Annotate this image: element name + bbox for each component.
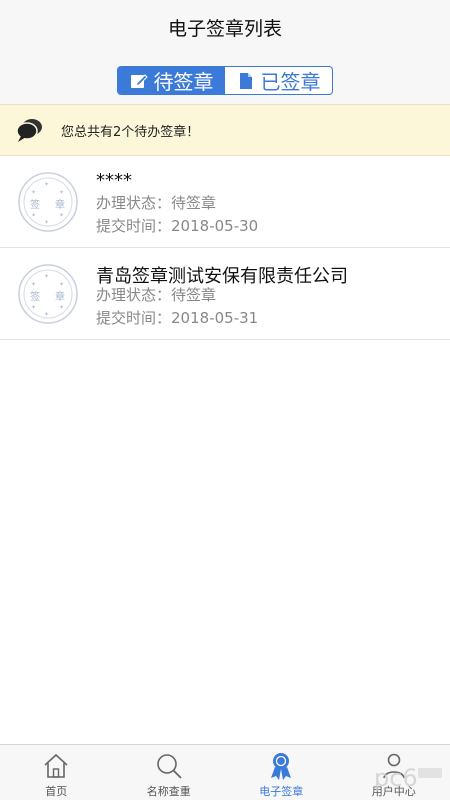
svg-text:✦: ✦ (31, 304, 36, 311)
seal-list: ✦ ✦ ✦ ✦ ✦ ✦ 签 章 **** 办理状态：待签章 提交时间：2018-… (0, 156, 450, 340)
tab-name-check[interactable]: 名称查重 (113, 745, 226, 800)
home-icon (41, 751, 71, 781)
document-icon (237, 72, 255, 90)
item-status: 办理状态：待签章 (96, 192, 216, 213)
tab-home-label: 首页 (45, 785, 68, 798)
seal-char-right: 章 (55, 292, 65, 303)
status-value: 待签章 (171, 194, 217, 212)
edit-icon (130, 72, 148, 90)
chat-bubble-icon (16, 116, 44, 144)
tab-pending-label: 待签章 (153, 70, 214, 94)
notice-text: 您总共有2个待办签章！ (61, 125, 200, 140)
svg-text:✦: ✦ (59, 304, 64, 311)
tab-signed-seal[interactable]: 已签章 (225, 67, 332, 94)
svg-text:✦: ✦ (31, 281, 36, 288)
svg-text:✦: ✦ (31, 212, 36, 219)
tab-e-seal-label: 电子签章 (259, 785, 304, 798)
item-date: 提交时间：2018-05-31 (96, 307, 258, 328)
seal-char-right: 章 (55, 200, 65, 211)
date-label: 提交时间： (96, 309, 172, 327)
list-item[interactable]: ✦ ✦ ✦ ✦ ✦ ✦ 签 章 **** 办理状态：待签章 提交时间：2018-… (0, 156, 450, 248)
svg-text:✦: ✦ (44, 273, 49, 280)
notice-banner: 您总共有2个待办签章！ (0, 104, 450, 156)
date-value: 2018-05-30 (171, 217, 259, 235)
tab-signed-label: 已签章 (260, 70, 321, 94)
page-title: 电子签章列表 (167, 18, 282, 40)
svg-text:✦: ✦ (59, 189, 64, 196)
seal-char-left: 签 (30, 200, 40, 211)
svg-text:✦: ✦ (44, 219, 49, 226)
seal-char-left: 签 (30, 292, 40, 303)
svg-text:pc6: pc6 (374, 764, 418, 792)
status-segmented-control: 待签章 已签章 (117, 66, 333, 95)
tab-e-seal[interactable]: 电子签章 (225, 745, 338, 800)
svg-text:✦: ✦ (59, 212, 64, 219)
ribbon-badge-icon (266, 751, 296, 781)
tab-home[interactable]: 首页 (0, 745, 113, 800)
status-label: 办理状态： (96, 194, 172, 212)
nav-header: 电子签章列表 待签章 已签章 (0, 0, 450, 104)
status-value: 待签章 (171, 286, 217, 304)
tab-pending-seal[interactable]: 待签章 (118, 67, 225, 94)
seal-stamp-icon: ✦ ✦ ✦ ✦ ✦ ✦ 签 章 (17, 263, 79, 325)
list-item[interactable]: ✦ ✦ ✦ ✦ ✦ ✦ 签 章 青岛签章测试安保有限责任公司 办理状态：待签章 … (0, 248, 450, 340)
svg-text:✦: ✦ (59, 281, 64, 288)
watermark-logo-icon: pc6 (372, 762, 444, 792)
svg-text:✦: ✦ (44, 311, 49, 318)
date-value: 2018-05-31 (171, 309, 259, 327)
search-icon (154, 751, 184, 781)
item-date: 提交时间：2018-05-30 (96, 215, 258, 236)
item-status: 办理状态：待签章 (96, 284, 216, 305)
item-name: **** (96, 170, 132, 191)
svg-text:✦: ✦ (31, 189, 36, 196)
status-label: 办理状态： (96, 286, 172, 304)
seal-stamp-icon: ✦ ✦ ✦ ✦ ✦ ✦ 签 章 (17, 171, 79, 233)
tab-name-check-label: 名称查重 (146, 785, 191, 798)
svg-text:✦: ✦ (44, 181, 49, 188)
date-label: 提交时间： (96, 217, 172, 235)
